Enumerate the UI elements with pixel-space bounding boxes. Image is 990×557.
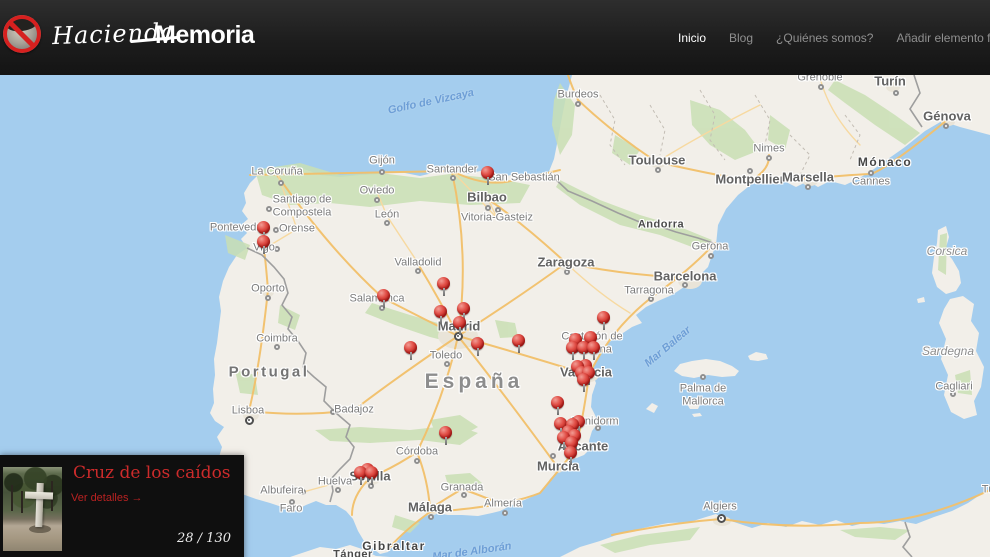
map-pin[interactable] [404, 341, 417, 354]
stone-cross-image [35, 483, 44, 527]
town-marker [414, 458, 420, 464]
town-marker [747, 168, 753, 174]
town-marker [300, 489, 306, 495]
brand-bold-text: Memoria [155, 21, 254, 50]
town-marker [335, 487, 341, 493]
town-marker [943, 123, 949, 129]
town-marker [274, 246, 280, 252]
map-pin[interactable] [257, 235, 270, 248]
map-pin[interactable] [457, 302, 470, 315]
town-marker [655, 167, 661, 173]
town-marker [766, 155, 772, 161]
poi-title: Cruz de los caídos [73, 463, 231, 483]
island-mallorca [674, 359, 739, 378]
map-pin[interactable] [481, 166, 494, 179]
nav-item-a-adir-elemento-franquista-al[interactable]: Añadir elemento franquista al [896, 31, 990, 45]
island-tiny [917, 297, 925, 303]
map-pin[interactable] [471, 337, 484, 350]
town-marker [278, 180, 284, 186]
town-marker [950, 391, 956, 397]
poi-thumbnail-photo[interactable] [3, 467, 62, 551]
town-marker [575, 101, 581, 107]
town-marker [893, 90, 899, 96]
site-header: Haciendo Memoria InicioBlog¿Quiénes somo… [0, 0, 990, 75]
town-marker [868, 170, 874, 176]
map-pin[interactable] [597, 311, 610, 324]
town-marker [461, 492, 467, 498]
town-marker [273, 227, 279, 233]
capital-marker [245, 416, 254, 425]
town-marker [266, 206, 272, 212]
poi-info-card[interactable]: Cruz de los caídos Ver detalles → 28 / 1… [0, 455, 244, 557]
town-marker [444, 361, 450, 367]
map-pin[interactable] [437, 277, 450, 290]
town-marker [805, 184, 811, 190]
map-pin[interactable] [257, 221, 270, 234]
town-marker [289, 499, 295, 505]
town-marker [700, 374, 706, 380]
nav-item-blog[interactable]: Blog [729, 31, 753, 45]
map-pin[interactable] [453, 316, 466, 329]
town-marker [708, 253, 714, 259]
town-marker [265, 295, 271, 301]
town-marker [330, 409, 336, 415]
map-pin[interactable] [577, 373, 590, 386]
capital-marker [717, 514, 726, 523]
haciendo-memoria-page: La CoruñaSantiago de CompostelaGijónOvie… [0, 0, 990, 557]
town-marker [485, 205, 491, 211]
town-marker [428, 514, 434, 520]
town-marker [595, 425, 601, 431]
town-marker [384, 220, 390, 226]
town-marker [374, 197, 380, 203]
map-pin[interactable] [564, 446, 577, 459]
town-marker [379, 169, 385, 175]
map-pin[interactable] [434, 305, 447, 318]
poi-counter: 28 / 130 [177, 531, 231, 546]
town-marker [818, 84, 824, 90]
town-marker [564, 269, 570, 275]
no-franco-prohibition-icon [3, 15, 41, 53]
town-marker [274, 344, 280, 350]
town-marker [682, 282, 688, 288]
island-small [646, 403, 658, 413]
island-menorca [748, 352, 768, 361]
map-pin[interactable] [551, 396, 564, 409]
map-pin[interactable] [439, 426, 452, 439]
town-marker [450, 175, 456, 181]
town-marker [648, 296, 654, 302]
main-nav: Inicio Blog ¿Quiénes somos? Añadir elemento… [678, 0, 990, 75]
map-pin[interactable] [512, 334, 525, 347]
island-ibiza [687, 400, 701, 409]
town-marker [550, 453, 556, 459]
poi-details-link[interactable]: Ver detalles → [71, 492, 143, 504]
town-marker [502, 510, 508, 516]
island-formentera [692, 413, 702, 417]
nav-item--qui-nes-somos-[interactable]: ¿Quiénes somos? [776, 31, 873, 45]
island-sardinia [939, 296, 984, 419]
town-marker [495, 207, 501, 213]
nav-item-inicio[interactable]: Inicio [678, 31, 706, 45]
town-marker [415, 268, 421, 274]
map-pin[interactable] [365, 466, 378, 479]
map-pin[interactable] [587, 341, 600, 354]
map-pin[interactable] [377, 289, 390, 302]
